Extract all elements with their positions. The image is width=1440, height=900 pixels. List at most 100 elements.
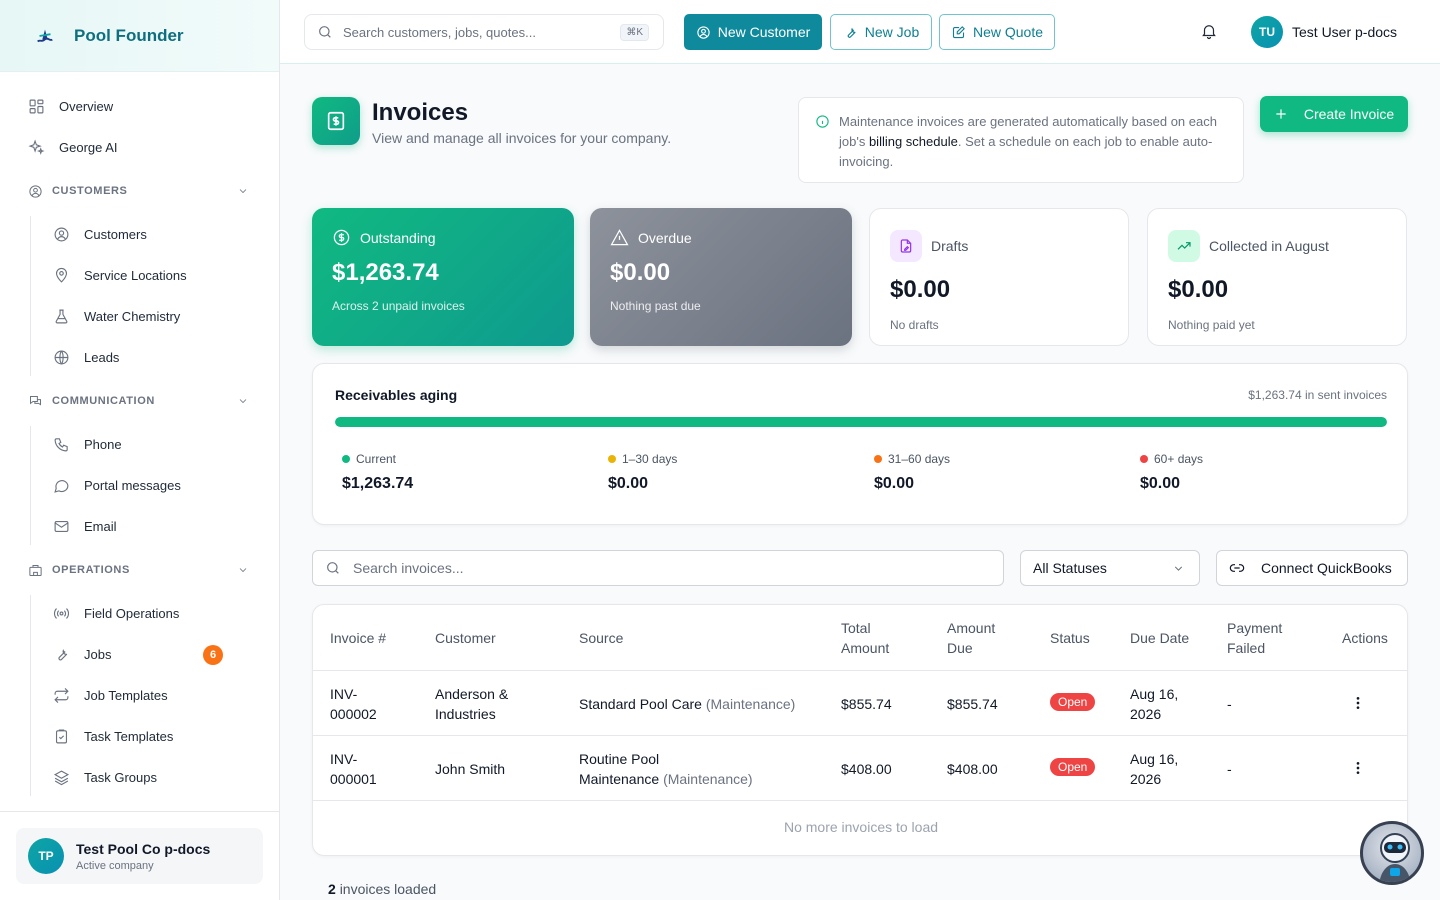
invoice-page-icon [312, 97, 360, 145]
wrench-icon [847, 26, 856, 38]
message-circle-icon [54, 480, 69, 493]
col-amount-due[interactable]: Amount Due [947, 618, 995, 658]
assistant-robot-avatar[interactable] [1360, 821, 1424, 885]
jobs-count-badge: 6 [203, 644, 223, 665]
sidebar-item-job-templates[interactable]: Job Templates [0, 675, 279, 716]
section-operations[interactable]: OPERATIONS [0, 547, 279, 593]
company-status: Active company [76, 859, 154, 872]
robot-icon [1379, 833, 1411, 882]
aging-bucket-1-30: 1–30 days $0.00 [608, 452, 678, 492]
table-row[interactable]: INV- 000002 Anderson & Industries Standard… [313, 671, 1407, 736]
user-circle-icon [54, 227, 69, 242]
invoice-amount-due: $408.00 [947, 761, 998, 777]
sidebar-item-water-chemistry[interactable]: Water Chemistry [0, 296, 279, 337]
sidebar-item-customers[interactable]: Customers [0, 214, 279, 255]
col-source[interactable]: Source [579, 628, 623, 648]
col-due-date[interactable]: Due Date [1130, 628, 1189, 648]
sidebar-nav: Overview George AI CUSTOMERS Customers S… [0, 72, 279, 798]
table-row[interactable]: INV- 000001 John Smith Routine Pool Mainte… [313, 736, 1407, 801]
sidebar-item-label: George AI [59, 140, 118, 155]
sidebar-item-task-groups[interactable]: Task Groups [0, 757, 279, 798]
brand-name: Pool Founder [74, 25, 184, 45]
section-customers[interactable]: CUSTOMERS [0, 168, 279, 214]
chevron-down-icon [239, 399, 247, 404]
sidebar-item-leads[interactable]: Leads [0, 337, 279, 378]
stat-overdue: Overdue $0.00 Nothing past due [590, 208, 852, 346]
invoice-search-input[interactable] [353, 560, 953, 576]
status-filter-select[interactable]: All Statuses [1020, 550, 1200, 586]
search-icon [327, 562, 339, 574]
sidebar-item-portal-messages[interactable]: Portal messages [0, 465, 279, 506]
operations-group: Field Operations Jobs 6 Job Templates Ta… [0, 593, 279, 798]
invoice-customer: John Smith [435, 761, 506, 777]
sidebar-item-task-templates[interactable]: Task Templates [0, 716, 279, 757]
brand[interactable]: Pool Founder [0, 0, 279, 72]
end-of-list-text: No more invoices to load [783, 819, 939, 835]
aging-current-fill [335, 417, 1387, 427]
notifications-bell[interactable] [1200, 22, 1218, 40]
stat-sub: Nothing past due [610, 299, 701, 313]
status-badge: Open [1050, 758, 1096, 776]
plus-icon [1276, 109, 1286, 119]
user-circle-icon [697, 25, 710, 39]
sidebar-item-phone[interactable]: Phone [0, 424, 279, 465]
row-actions-menu[interactable] [1350, 760, 1366, 776]
row-actions-menu[interactable] [1350, 695, 1366, 711]
aging-progress-bar [335, 417, 1387, 427]
sidebar-divider [0, 811, 280, 812]
new-quote-button[interactable]: New Quote [939, 14, 1055, 50]
status-dot [1140, 455, 1148, 463]
more-vertical-icon [1356, 762, 1360, 774]
company-switcher[interactable]: TP Test Pool Co p-docs Active company [16, 828, 263, 884]
sidebar-item-field-operations[interactable]: Field Operations [0, 593, 279, 634]
col-status[interactable]: Status [1050, 628, 1090, 648]
chevron-down-icon [1174, 566, 1183, 571]
invoice-source: Standard Pool Care (Maintenance) [579, 696, 796, 712]
invoice-number[interactable]: INV- 000001 [330, 749, 377, 789]
col-invoice[interactable]: Invoice # [330, 628, 386, 648]
building-icon [29, 564, 42, 576]
invoice-number[interactable]: INV- 000002 [330, 684, 377, 724]
sidebar-item-george-ai[interactable]: George AI [0, 127, 279, 168]
repeat-icon [54, 688, 69, 703]
invoice-source: Routine Pool Maintenance (Maintenance) [579, 751, 753, 787]
link-icon [1229, 564, 1245, 572]
global-search-input[interactable] [343, 24, 613, 40]
receivables-aging: Receivables aging $1,263.74 in sent invo… [312, 363, 1408, 525]
info-icon [816, 115, 829, 128]
invoice-due-date: Aug 16, 2026 [1130, 751, 1179, 787]
sidebar-item-email[interactable]: Email [0, 506, 279, 547]
aging-bucket-current: Current $1,263.74 [342, 452, 414, 492]
col-payment-failed[interactable]: Payment Failed [1227, 618, 1282, 658]
dollar-circle-icon [333, 229, 350, 246]
sidebar-item-jobs[interactable]: Jobs 6 [0, 634, 279, 675]
create-invoice-button[interactable]: Create Invoice [1260, 96, 1408, 132]
aging-bucket-60-plus: 60+ days $0.00 [1140, 452, 1204, 492]
page-title: Invoices [372, 99, 469, 126]
col-customer[interactable]: Customer [435, 628, 496, 648]
communication-group: Phone Portal messages Email [0, 424, 279, 547]
invoices-loaded-count: 2 invoices loaded [328, 881, 437, 897]
connect-quickbooks-button[interactable]: Connect QuickBooks [1216, 550, 1408, 586]
stat-sub: Nothing paid yet [1168, 318, 1255, 332]
chat-bubbles-icon [30, 395, 41, 406]
page-subtitle: View and manage all invoices for your co… [372, 130, 672, 146]
invoice-total: $408.00 [841, 761, 892, 777]
sidebar-item-service-locations[interactable]: Service Locations [0, 255, 279, 296]
billing-schedule-link[interactable]: billing schedule [869, 134, 958, 149]
stat-drafts: Drafts $0.00 No drafts [869, 208, 1129, 346]
col-total-amount[interactable]: Total Amount [841, 618, 889, 658]
global-search[interactable]: ⌘K [304, 14, 664, 50]
search-shortcut: ⌘K [620, 23, 649, 41]
invoice-search[interactable] [312, 550, 1004, 586]
new-job-button[interactable]: New Job [830, 14, 932, 50]
invoice-amount-due: $855.74 [947, 696, 998, 712]
section-communication[interactable]: COMMUNICATION [0, 378, 279, 424]
sparkles-icon [28, 139, 45, 155]
new-customer-button[interactable]: New Customer [684, 14, 822, 50]
sidebar-item-label: Overview [59, 99, 114, 114]
sidebar-item-overview[interactable]: Overview [0, 86, 279, 127]
dollar-document-icon [327, 111, 345, 131]
user-menu[interactable]: TU Test User p-docs [1251, 16, 1397, 48]
bell-icon [1202, 25, 1216, 40]
